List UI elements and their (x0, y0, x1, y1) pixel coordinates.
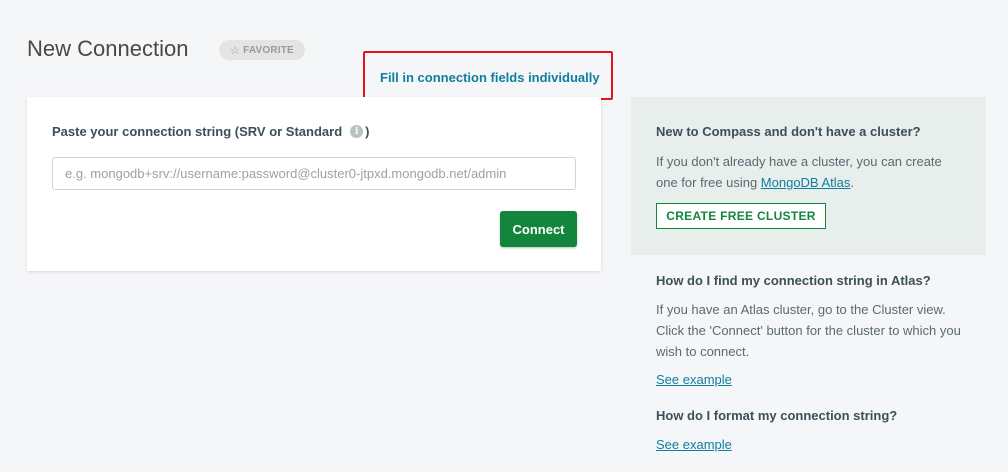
star-outline-icon: ☆ (230, 44, 241, 57)
connection-string-label-close: ) (365, 124, 370, 139)
favorite-label: FAVORITE (243, 44, 294, 56)
find-see-example-link[interactable]: See example (656, 369, 732, 390)
info-icon[interactable]: i (350, 125, 364, 138)
new-to-compass-text: If you don't already have a cluster, you… (656, 151, 966, 193)
mongodb-atlas-link[interactable]: MongoDB Atlas (761, 175, 851, 190)
new-to-compass-panel: New to Compass and don't have a cluster?… (631, 97, 986, 255)
new-to-compass-heading: New to Compass and don't have a cluster? (656, 124, 921, 139)
connect-button[interactable]: Connect (500, 211, 577, 247)
connection-string-card: Paste your connection string (SRV or Sta… (27, 97, 601, 271)
format-see-example-link[interactable]: See example (656, 434, 732, 455)
page-title: New Connection (27, 36, 189, 61)
connection-string-label-text: Paste your connection string (SRV or Sta… (52, 124, 343, 139)
find-connection-string-heading: How do I find my connection string in At… (656, 273, 931, 288)
new-to-compass-text-end: . (850, 175, 855, 190)
favorite-button[interactable]: ☆ FAVORITE (219, 40, 305, 60)
format-connection-string-heading: How do I format my connection string? (656, 408, 898, 423)
connection-string-label: Paste your connection string (SRV or Sta… (52, 124, 370, 139)
connection-string-input[interactable] (52, 157, 576, 190)
create-free-cluster-button[interactable]: CREATE FREE CLUSTER (656, 203, 826, 229)
find-connection-string-text: If you have an Atlas cluster, go to the … (656, 302, 961, 359)
fill-fields-individually-link[interactable]: Fill in connection fields individually (380, 70, 600, 85)
